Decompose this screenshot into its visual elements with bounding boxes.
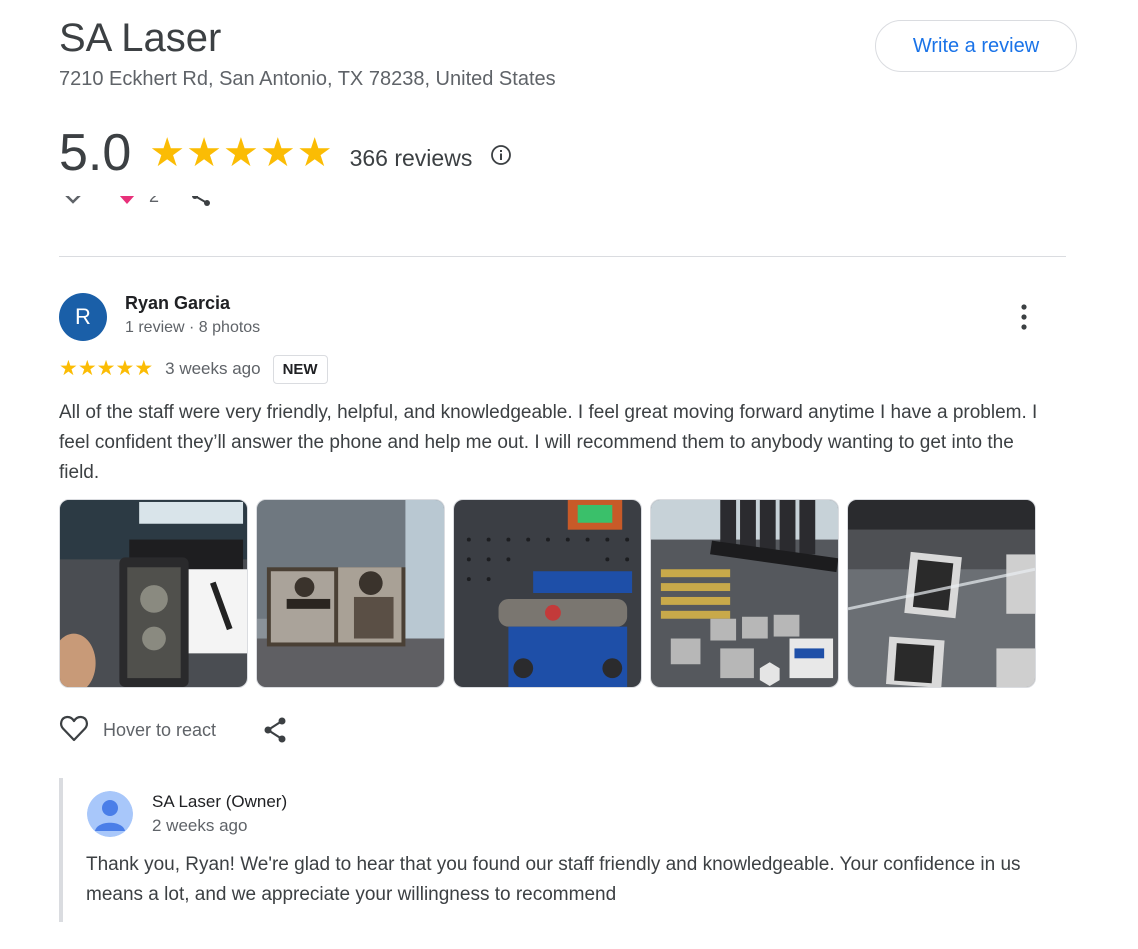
review-stars: ★ ★ ★ ★ ★	[59, 358, 153, 380]
previous-like[interactable]: 2	[117, 196, 159, 207]
business-address: 7210 Eckhert Rd, San Antonio, TX 78238, …	[59, 68, 556, 90]
heart-outline-icon[interactable]	[59, 714, 89, 747]
star-icon: ★	[296, 131, 333, 175]
owner-name: SA Laser (Owner)	[152, 792, 288, 811]
owner-response-bar	[59, 778, 63, 922]
owner-response-time: 2 weeks ago	[152, 816, 248, 835]
like-count: 2	[149, 196, 159, 207]
reviewer-meta: 1 review · 8 photos	[125, 319, 261, 336]
review-rating-row: ★ ★ ★ ★ ★ 3 weeks ago NEW	[59, 354, 328, 384]
review-photos	[59, 499, 1036, 688]
new-badge: NEW	[272, 354, 328, 384]
more-options-icon[interactable]	[1010, 303, 1038, 331]
review-photo[interactable]	[453, 499, 642, 688]
rating-summary: 5.0 ★ ★ ★ ★ ★ 366 reviews	[59, 120, 512, 186]
star-icon: ★	[96, 357, 116, 380]
reviewer-name[interactable]: Ryan Garcia	[125, 293, 230, 314]
section-divider	[59, 256, 1066, 257]
chevron-down-icon[interactable]	[59, 196, 87, 210]
write-review-button[interactable]: Write a review	[875, 20, 1077, 72]
owner-avatar	[87, 791, 133, 837]
reviews-page: SA Laser 7210 Eckhert Rd, San Antonio, T…	[0, 0, 1138, 949]
star-icon: ★	[223, 131, 259, 175]
star-icon: ★	[59, 357, 78, 380]
owner-response-text: Thank you, Ryan! We're glad to hear that…	[86, 854, 1021, 905]
rating-stars: ★ ★ ★ ★ ★	[149, 133, 333, 173]
info-icon[interactable]	[490, 144, 512, 166]
review-photo[interactable]	[847, 499, 1036, 688]
star-icon: ★	[149, 131, 186, 175]
react-label[interactable]: Hover to react	[103, 720, 216, 741]
review-photo[interactable]	[256, 499, 445, 688]
business-name: SA Laser	[59, 16, 222, 60]
review-photo[interactable]	[650, 499, 839, 688]
star-icon: ★	[186, 131, 223, 175]
star-icon: ★	[134, 357, 154, 380]
star-icon: ★	[77, 357, 97, 380]
star-icon: ★	[115, 357, 135, 380]
review-actions: Hover to react	[59, 714, 288, 746]
previous-review-actions: 2	[59, 196, 219, 224]
review-time: 3 weeks ago	[165, 359, 261, 378]
review-text: All of the staff were very friendly, hel…	[59, 402, 1038, 483]
share-icon[interactable]	[262, 716, 288, 744]
heart-filled-icon	[117, 196, 137, 206]
review-photo[interactable]	[59, 499, 248, 688]
share-icon[interactable]	[189, 196, 213, 208]
review-count: 366 reviews	[349, 144, 473, 171]
avatar[interactable]: R	[59, 293, 107, 341]
rating-value: 5.0	[59, 124, 132, 182]
star-icon: ★	[259, 131, 296, 175]
